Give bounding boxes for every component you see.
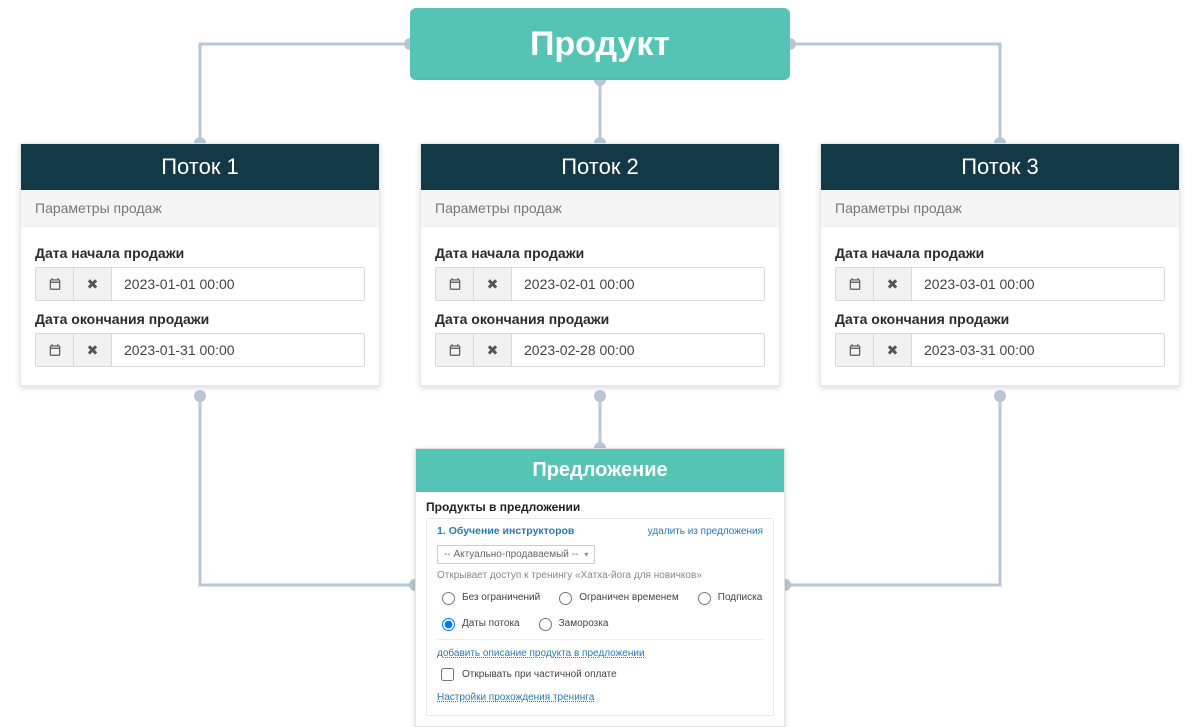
- offer-remove-link[interactable]: удалить из предложения: [648, 526, 763, 537]
- offer-training-settings-link[interactable]: Настройки прохождения тренинга: [437, 692, 763, 703]
- flow-subheader: Параметры продаж: [821, 190, 1179, 227]
- clear-icon[interactable]: ✖: [874, 268, 912, 300]
- date-input-end[interactable]: ✖ 2023-03-31 00:00: [835, 333, 1165, 367]
- offer-section-title: Продукты в предложении: [416, 492, 784, 518]
- date-value: 2023-01-31 00:00: [112, 334, 364, 366]
- field-label-start: Дата начала продажи: [435, 245, 765, 261]
- radio-no-limit[interactable]: Без ограничений: [437, 589, 540, 605]
- date-value: 2023-03-01 00:00: [912, 268, 1164, 300]
- clear-icon[interactable]: ✖: [874, 334, 912, 366]
- clear-icon[interactable]: ✖: [474, 334, 512, 366]
- radio-subscription[interactable]: Подписка: [693, 589, 763, 605]
- flow-header: Поток 2: [421, 144, 779, 190]
- date-input-end[interactable]: ✖ 2023-02-28 00:00: [435, 333, 765, 367]
- flow-card-1: Поток 1 Параметры продаж Дата начала про…: [20, 143, 380, 386]
- offer-product-link[interactable]: 1. Обучение инструкторов: [437, 525, 574, 537]
- offer-select-value: -- Актуально-продаваемый --: [444, 549, 578, 560]
- date-value: 2023-01-01 00:00: [112, 268, 364, 300]
- product-node-label: Продукт: [530, 25, 670, 64]
- date-value: 2023-02-01 00:00: [512, 268, 764, 300]
- field-label-start: Дата начала продажи: [835, 245, 1165, 261]
- product-node: Продукт: [410, 8, 790, 80]
- date-input-start[interactable]: ✖ 2023-01-01 00:00: [35, 267, 365, 301]
- offer-hint: Открывает доступ к тренингу «Хатха-йога …: [437, 570, 763, 581]
- calendar-icon[interactable]: [836, 268, 874, 300]
- flow-subheader: Параметры продаж: [21, 190, 379, 227]
- flow-card-2: Поток 2 Параметры продаж Дата начала про…: [420, 143, 780, 386]
- calendar-icon[interactable]: [836, 334, 874, 366]
- offer-add-description-link[interactable]: добавить описание продукта в предложении: [437, 648, 763, 659]
- calendar-icon[interactable]: [436, 268, 474, 300]
- flow-header: Поток 1: [21, 144, 379, 190]
- field-label-end: Дата окончания продажи: [435, 311, 765, 327]
- clear-icon[interactable]: ✖: [474, 268, 512, 300]
- offer-partial-payment-check[interactable]: Открывать при частичной оплате: [437, 665, 763, 684]
- flow-subheader: Параметры продаж: [421, 190, 779, 227]
- field-label-start: Дата начала продажи: [35, 245, 365, 261]
- radio-freeze[interactable]: Заморозка: [534, 615, 609, 631]
- offer-radio-group: Без ограничений Ограничен временем Подпи…: [437, 589, 763, 640]
- calendar-icon[interactable]: [36, 268, 74, 300]
- date-input-start[interactable]: ✖ 2023-03-01 00:00: [835, 267, 1165, 301]
- clear-icon[interactable]: ✖: [74, 268, 112, 300]
- date-input-end[interactable]: ✖ 2023-01-31 00:00: [35, 333, 365, 367]
- offer-card: Предложение Продукты в предложении 1. Об…: [415, 448, 785, 727]
- radio-flow-dates[interactable]: Даты потока: [437, 615, 520, 631]
- field-label-end: Дата окончания продажи: [835, 311, 1165, 327]
- calendar-icon[interactable]: [36, 334, 74, 366]
- field-label-end: Дата окончания продажи: [35, 311, 365, 327]
- date-input-start[interactable]: ✖ 2023-02-01 00:00: [435, 267, 765, 301]
- calendar-icon[interactable]: [436, 334, 474, 366]
- radio-time-limited[interactable]: Ограничен временем: [554, 589, 679, 605]
- offer-select[interactable]: -- Актуально-продаваемый -- ▾: [437, 545, 595, 564]
- offer-header: Предложение: [416, 449, 784, 492]
- flow-header: Поток 3: [821, 144, 1179, 190]
- date-value: 2023-03-31 00:00: [912, 334, 1164, 366]
- clear-icon[interactable]: ✖: [74, 334, 112, 366]
- flow-card-3: Поток 3 Параметры продаж Дата начала про…: [820, 143, 1180, 386]
- date-value: 2023-02-28 00:00: [512, 334, 764, 366]
- chevron-down-icon: ▾: [584, 550, 588, 559]
